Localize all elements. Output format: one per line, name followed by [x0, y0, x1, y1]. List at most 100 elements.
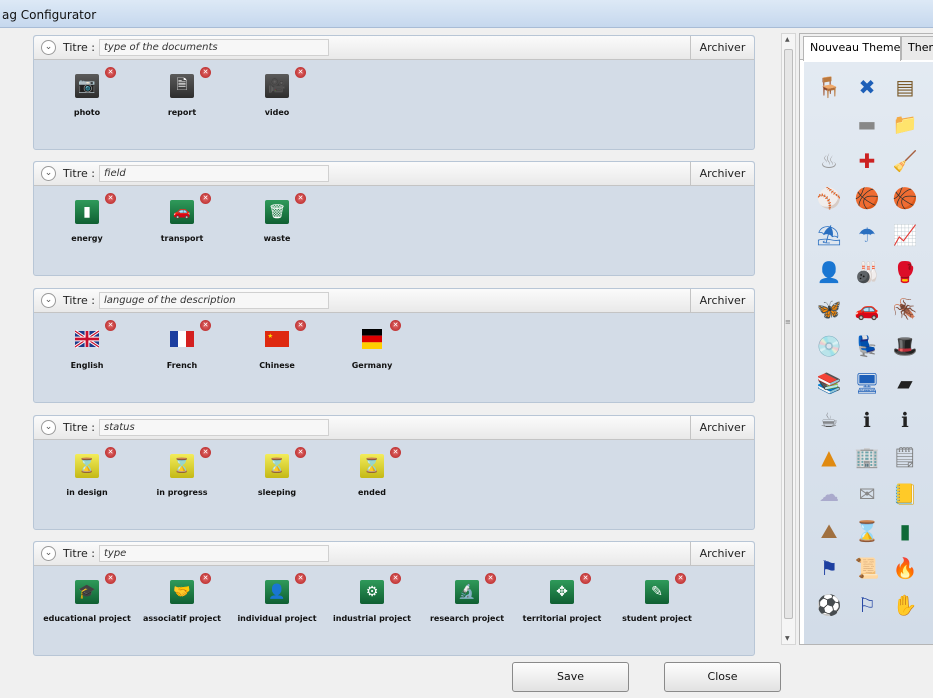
tag-item[interactable]: ✥ ✕ territorial project	[517, 573, 612, 636]
delete-icon[interactable]: ✕	[105, 193, 116, 204]
archive-button[interactable]: Archiver	[690, 289, 754, 313]
building-icon[interactable]: 🏢	[852, 442, 882, 472]
monitor-graph-icon[interactable]: 📈	[890, 220, 920, 250]
title-input[interactable]: field	[99, 165, 329, 182]
cd-icon[interactable]: 💿	[814, 331, 844, 361]
delete-icon[interactable]: ✕	[200, 447, 211, 458]
title-input[interactable]: languge of the description	[99, 292, 329, 309]
books-icon[interactable]: 📚	[814, 368, 844, 398]
delete-icon[interactable]: ✕	[295, 447, 306, 458]
tab-theme[interactable]: Them	[901, 36, 933, 60]
scroll-thumb[interactable]	[784, 49, 793, 619]
delete-icon[interactable]: ✕	[200, 573, 211, 584]
delete-icon[interactable]: ✕	[105, 67, 116, 78]
close-button[interactable]: Close	[664, 662, 781, 692]
archive-button[interactable]: Archiver	[690, 36, 754, 60]
scroll-down-icon[interactable]: ▼	[785, 635, 790, 642]
eu-flag-icon[interactable]: ⚑	[814, 553, 844, 583]
binder-icon[interactable]: 📒	[890, 479, 920, 509]
umbrella-icon[interactable]: ☂	[852, 220, 882, 250]
title-input[interactable]: type of the documents	[99, 39, 329, 56]
first-aid-icon[interactable]: ✚	[852, 146, 882, 176]
chevron-down-icon[interactable]: ⌄	[41, 420, 56, 435]
tag-item[interactable]: ✕ Germany	[327, 320, 422, 383]
tag-item[interactable]: 🤝 ✕ associatif project	[137, 573, 232, 636]
tv-icon[interactable]: ▰	[890, 368, 920, 398]
broom-icon[interactable]: 🧹	[890, 146, 920, 176]
tag-item[interactable]: ★ ✕ Chinese	[232, 320, 327, 383]
title-input[interactable]: status	[99, 419, 329, 436]
butterfly-icon[interactable]: 🦋	[814, 294, 844, 324]
person-icon[interactable]: 👤	[814, 257, 844, 287]
cockroach-icon[interactable]: 🪳	[890, 294, 920, 324]
delete-icon[interactable]: ✕	[200, 193, 211, 204]
beach-chair-icon[interactable]: ⛱	[814, 220, 844, 250]
tag-item[interactable]: 🗎 ✕ report	[137, 67, 232, 130]
tag-item[interactable]: 📷 ✕ photo	[42, 67, 137, 130]
title-input[interactable]: type	[99, 545, 329, 562]
tag-item[interactable]: 🚗 ✕ transport	[137, 193, 232, 256]
tag-item[interactable]: ⚙ ✕ industrial project	[327, 573, 422, 636]
info-icon[interactable]: ℹ	[890, 405, 920, 435]
tag-item[interactable]: ⌛ ✕ ended	[327, 447, 422, 510]
basketball-icon[interactable]: 🏀	[852, 183, 882, 213]
scroll-up-icon[interactable]: ▲	[785, 36, 790, 43]
delete-icon[interactable]: ✕	[105, 447, 116, 458]
delete-icon[interactable]: ✕	[390, 320, 401, 331]
user-ball-icon[interactable]: ⚽	[814, 590, 844, 620]
scroll-icon[interactable]: 📜	[852, 553, 882, 583]
fire-icon[interactable]: 🔥	[890, 553, 920, 583]
tag-item[interactable]: ⌛ ✕ in progress	[137, 447, 232, 510]
office-chair-icon[interactable]: 💺	[852, 331, 882, 361]
baseball-icon[interactable]: ⚾	[814, 183, 844, 213]
tag-item[interactable]: ⌛ ✕ in design	[42, 447, 137, 510]
cloud-icon[interactable]: ☁	[814, 479, 844, 509]
tab-nouveau-theme[interactable]: Nouveau Theme	[803, 36, 901, 61]
tag-item[interactable]: 👤 ✕ individual project	[232, 573, 327, 636]
boxing-icon[interactable]: 🥊	[890, 257, 920, 287]
delete-icon[interactable]: ✕	[295, 193, 306, 204]
chair-icon[interactable]: 🪑	[814, 72, 844, 102]
info-icon[interactable]: ℹ	[852, 405, 882, 435]
cross-icon[interactable]: ✖	[852, 72, 882, 102]
delete-icon[interactable]: ✕	[485, 573, 496, 584]
tag-item[interactable]: ▮ ✕ energy	[42, 193, 137, 256]
delete-icon[interactable]: ✕	[295, 573, 306, 584]
battery-icon[interactable]: ▮	[890, 516, 920, 546]
tag-item[interactable]: ✕ English	[42, 320, 137, 383]
tag-item[interactable]: 🗑 ✕ waste	[232, 193, 327, 256]
tag-item[interactable]: ⌛ ✕ sleeping	[232, 447, 327, 510]
save-button[interactable]: Save	[512, 662, 629, 692]
delete-icon[interactable]: ✕	[390, 447, 401, 458]
delete-icon[interactable]: ✕	[105, 320, 116, 331]
delete-icon[interactable]: ✕	[580, 573, 591, 584]
delete-icon[interactable]: ✕	[295, 320, 306, 331]
archive-button[interactable]: Archiver	[690, 162, 754, 186]
chevron-down-icon[interactable]: ⌄	[41, 40, 56, 55]
tag-item[interactable]: ✕ French	[137, 320, 232, 383]
delete-icon[interactable]: ✕	[200, 320, 211, 331]
car-icon[interactable]: 🚗	[852, 294, 882, 324]
tag-item[interactable]: 🔬 ✕ research project	[422, 573, 517, 636]
hand-icon[interactable]: ✋	[890, 590, 920, 620]
tag-item[interactable]: ✎ ✕ student project	[612, 573, 707, 636]
coffee-icon[interactable]: ☕	[814, 405, 844, 435]
tag-item[interactable]: 🎥 ✕ video	[232, 67, 327, 130]
notes-icon[interactable]: 🗒	[890, 442, 920, 472]
delete-icon[interactable]: ✕	[200, 67, 211, 78]
tag-item[interactable]: 🎓 ✕ educational project	[42, 573, 137, 636]
folder-icon[interactable]: 📁	[890, 109, 920, 139]
archive-button[interactable]: Archiver	[690, 416, 754, 440]
chevron-down-icon[interactable]: ⌄	[41, 293, 56, 308]
hat-icon[interactable]: 🎩	[890, 331, 920, 361]
abacus-icon[interactable]: ▤	[890, 72, 920, 102]
french-flag-icon[interactable]: ⚐	[852, 590, 882, 620]
cones-icon[interactable]: ▲	[814, 442, 844, 472]
bowling-icon[interactable]: 🎳	[852, 257, 882, 287]
computer-icon[interactable]: 🖥	[852, 368, 882, 398]
chevron-down-icon[interactable]: ⌄	[41, 546, 56, 561]
chevron-down-icon[interactable]: ⌄	[41, 166, 56, 181]
eiffel-tower-icon[interactable]: ⛰	[814, 516, 844, 546]
basket-icon[interactable]: 🏀	[890, 183, 920, 213]
vertical-scrollbar[interactable]: ▲ ≡ ▼	[781, 33, 796, 645]
